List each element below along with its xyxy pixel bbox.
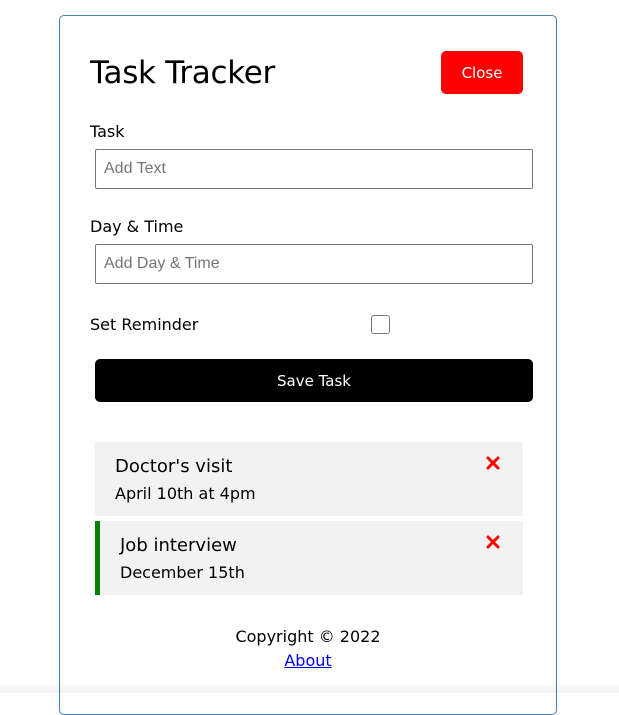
delete-task-icon[interactable] (485, 534, 501, 550)
day-time-input[interactable] (95, 244, 533, 284)
task-input[interactable] (95, 149, 533, 189)
page-title: Task Tracker (90, 55, 275, 91)
delete-task-icon[interactable] (485, 455, 501, 471)
task-item-reminder[interactable]: Job interview December 15th (95, 521, 523, 595)
about-link[interactable]: About (284, 651, 331, 671)
set-reminder-label: Set Reminder (90, 315, 199, 334)
save-task-button[interactable]: Save Task (95, 359, 533, 402)
task-text: Doctor's visit (115, 456, 233, 477)
task-tracker-container: Task Tracker Close Task Day & Time Set R… (59, 15, 557, 715)
task-item[interactable]: Doctor's visit April 10th at 4pm (95, 442, 523, 516)
copyright-text: Copyright © 2022 (235, 627, 381, 646)
close-button[interactable]: Close (441, 51, 523, 94)
header: Task Tracker Close (90, 51, 524, 95)
day-time-label: Day & Time (90, 217, 184, 236)
footer: Copyright © 2022 About (60, 626, 556, 671)
task-day: April 10th at 4pm (115, 484, 256, 503)
task-day: December 15th (120, 563, 245, 582)
task-label: Task (90, 122, 125, 141)
page-bottom-shadow (0, 683, 619, 693)
task-text: Job interview (120, 535, 237, 556)
set-reminder-checkbox[interactable] (371, 315, 390, 334)
